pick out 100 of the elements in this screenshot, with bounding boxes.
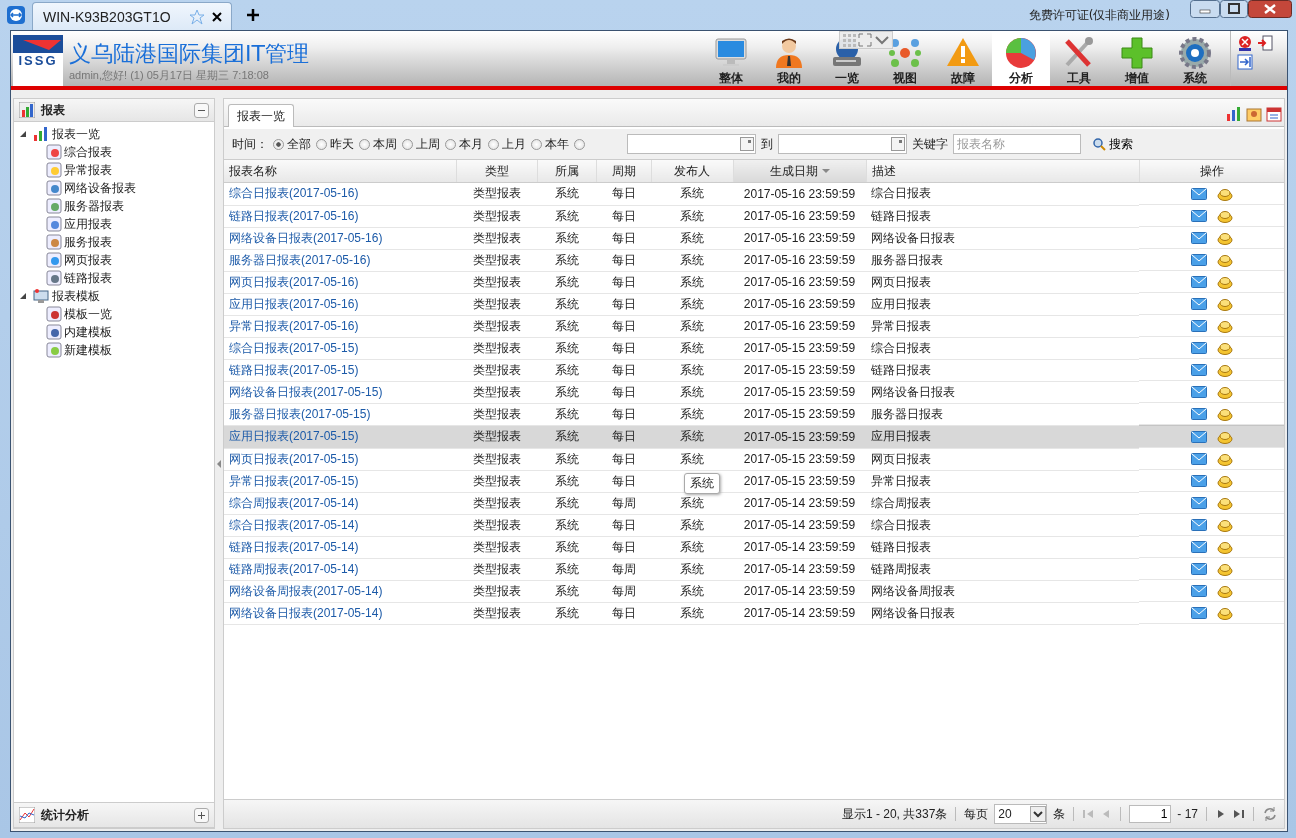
report-link[interactable]: 链路日报表(2017-05-15): [229, 362, 359, 377]
mail-icon[interactable]: [1190, 341, 1207, 354]
coins-icon[interactable]: [1216, 252, 1233, 267]
report-link[interactable]: 服务器日报表(2017-05-15): [229, 406, 371, 421]
radio-option[interactable]: 上月: [488, 135, 526, 153]
report-link[interactable]: 链路周报表(2017-05-14): [229, 561, 359, 576]
chart-icon[interactable]: [1226, 106, 1242, 122]
mail-icon[interactable]: [1190, 496, 1207, 509]
coins-icon[interactable]: [1216, 230, 1233, 245]
column-header[interactable]: 描述: [866, 160, 1139, 183]
nav-button[interactable]: 整体: [702, 31, 760, 86]
last-page-icon[interactable]: [1233, 808, 1245, 820]
calendar-icon[interactable]: [891, 137, 905, 151]
coins-icon[interactable]: [1216, 340, 1233, 355]
calendar-icon[interactable]: [740, 137, 754, 151]
nav-button[interactable]: 增值: [1108, 31, 1166, 86]
nav-button[interactable]: 工具: [1050, 31, 1108, 86]
column-header[interactable]: 报表名称: [224, 160, 456, 183]
coins-icon[interactable]: [1216, 451, 1233, 466]
tree-item[interactable]: 服务器报表: [64, 197, 124, 215]
mail-icon[interactable]: [1190, 430, 1207, 443]
nav-button[interactable]: 故障: [934, 31, 992, 86]
collapse-button[interactable]: [194, 102, 209, 118]
radio-option[interactable]: 本年: [531, 135, 569, 153]
column-header[interactable]: 周期: [596, 160, 651, 183]
report-link[interactable]: 网络设备日报表(2017-05-14): [229, 605, 383, 620]
report-link[interactable]: 网页日报表(2017-05-16): [229, 274, 359, 289]
mail-icon[interactable]: [1190, 540, 1207, 553]
nav-button[interactable]: 视图: [876, 31, 934, 86]
tab[interactable]: 报表一览: [228, 104, 294, 127]
report-link[interactable]: 链路日报表(2017-05-14): [229, 539, 359, 554]
coins-icon[interactable]: [1216, 495, 1233, 510]
new-tab-icon[interactable]: [245, 8, 260, 22]
folder-icon[interactable]: [1246, 106, 1262, 122]
login-icon[interactable]: [1237, 54, 1253, 70]
mail-icon[interactable]: [1190, 231, 1207, 244]
page-size-select[interactable]: 20: [994, 804, 1048, 824]
keyword-field[interactable]: 报表名称: [953, 134, 1081, 154]
mail-icon[interactable]: [1190, 385, 1207, 398]
report-link[interactable]: 异常日报表(2017-05-16): [229, 318, 359, 333]
coins-icon[interactable]: [1216, 605, 1233, 620]
tree-item[interactable]: 网页报表: [64, 251, 112, 269]
refresh-icon[interactable]: [1262, 806, 1278, 822]
mail-icon[interactable]: [1190, 275, 1207, 288]
mail-icon[interactable]: [1190, 209, 1207, 222]
report-link[interactable]: 应用日报表(2017-05-16): [229, 296, 359, 311]
coins-icon[interactable]: [1216, 318, 1233, 333]
calendar-icon[interactable]: [1266, 106, 1282, 122]
tree-item[interactable]: 新建模板: [64, 341, 112, 359]
report-link[interactable]: 综合日报表(2017-05-14): [229, 517, 359, 532]
report-link[interactable]: 网页日报表(2017-05-15): [229, 451, 359, 466]
radio-option[interactable]: 本月: [445, 135, 483, 153]
nav-button[interactable]: 我的: [760, 31, 818, 86]
date-field[interactable]: [778, 134, 907, 154]
mail-icon[interactable]: [1190, 584, 1207, 597]
date-field[interactable]: [627, 134, 756, 154]
coins-icon[interactable]: [1216, 362, 1233, 377]
radio-option[interactable]: [574, 138, 585, 150]
column-header[interactable]: 操作: [1139, 160, 1284, 183]
coins-icon[interactable]: [1216, 208, 1233, 223]
mail-icon[interactable]: [1190, 518, 1207, 531]
coins-icon[interactable]: [1216, 473, 1233, 488]
report-link[interactable]: 网络设备日报表(2017-05-15): [229, 384, 383, 399]
minimize-button[interactable]: [1190, 0, 1220, 18]
tree-item[interactable]: 综合报表: [64, 143, 112, 161]
coins-icon[interactable]: [1216, 583, 1233, 598]
coins-icon[interactable]: [1216, 517, 1233, 532]
column-header[interactable]: 类型: [456, 160, 537, 183]
coins-icon[interactable]: [1216, 186, 1233, 201]
tree-item[interactable]: 网络设备报表: [64, 179, 136, 197]
search-button[interactable]: 搜索: [1088, 135, 1137, 153]
column-header[interactable]: 所属: [537, 160, 596, 183]
coins-icon[interactable]: [1216, 296, 1233, 311]
exit-icon[interactable]: [1257, 35, 1273, 51]
expanded-arrow-icon[interactable]: [19, 130, 27, 138]
column-header[interactable]: 发布人: [651, 160, 733, 183]
mail-icon[interactable]: [1190, 319, 1207, 332]
radio-option[interactable]: 昨天: [316, 135, 354, 153]
star-icon[interactable]: [188, 8, 205, 25]
report-link[interactable]: 异常日报表(2017-05-15): [229, 473, 359, 488]
tree-item[interactable]: 服务报表: [64, 233, 112, 251]
close-button[interactable]: [1248, 0, 1292, 18]
page-field[interactable]: 1: [1129, 805, 1172, 823]
coins-icon[interactable]: [1216, 539, 1233, 554]
tree-item[interactable]: 报表一览: [52, 125, 100, 143]
mail-icon[interactable]: [1190, 297, 1207, 310]
tree-item[interactable]: 内建模板: [64, 323, 112, 341]
tree-item[interactable]: 应用报表: [64, 215, 112, 233]
tree-item[interactable]: 报表模板: [52, 287, 100, 305]
report-link[interactable]: 综合日报表(2017-05-15): [229, 340, 359, 355]
expand-button[interactable]: [194, 807, 209, 823]
expanded-arrow-icon[interactable]: [19, 292, 27, 300]
report-link[interactable]: 链路日报表(2017-05-16): [229, 208, 359, 223]
splitter-handle-icon[interactable]: [217, 459, 221, 468]
column-header[interactable]: 生成日期: [733, 160, 866, 183]
browser-tab[interactable]: WIN-K93B203GT1O: [32, 1, 232, 31]
tree-item[interactable]: 模板一览: [64, 305, 112, 323]
report-link[interactable]: 网络设备周报表(2017-05-14): [229, 583, 383, 598]
report-link[interactable]: 网络设备日报表(2017-05-16): [229, 230, 383, 245]
coins-icon[interactable]: [1216, 274, 1233, 289]
